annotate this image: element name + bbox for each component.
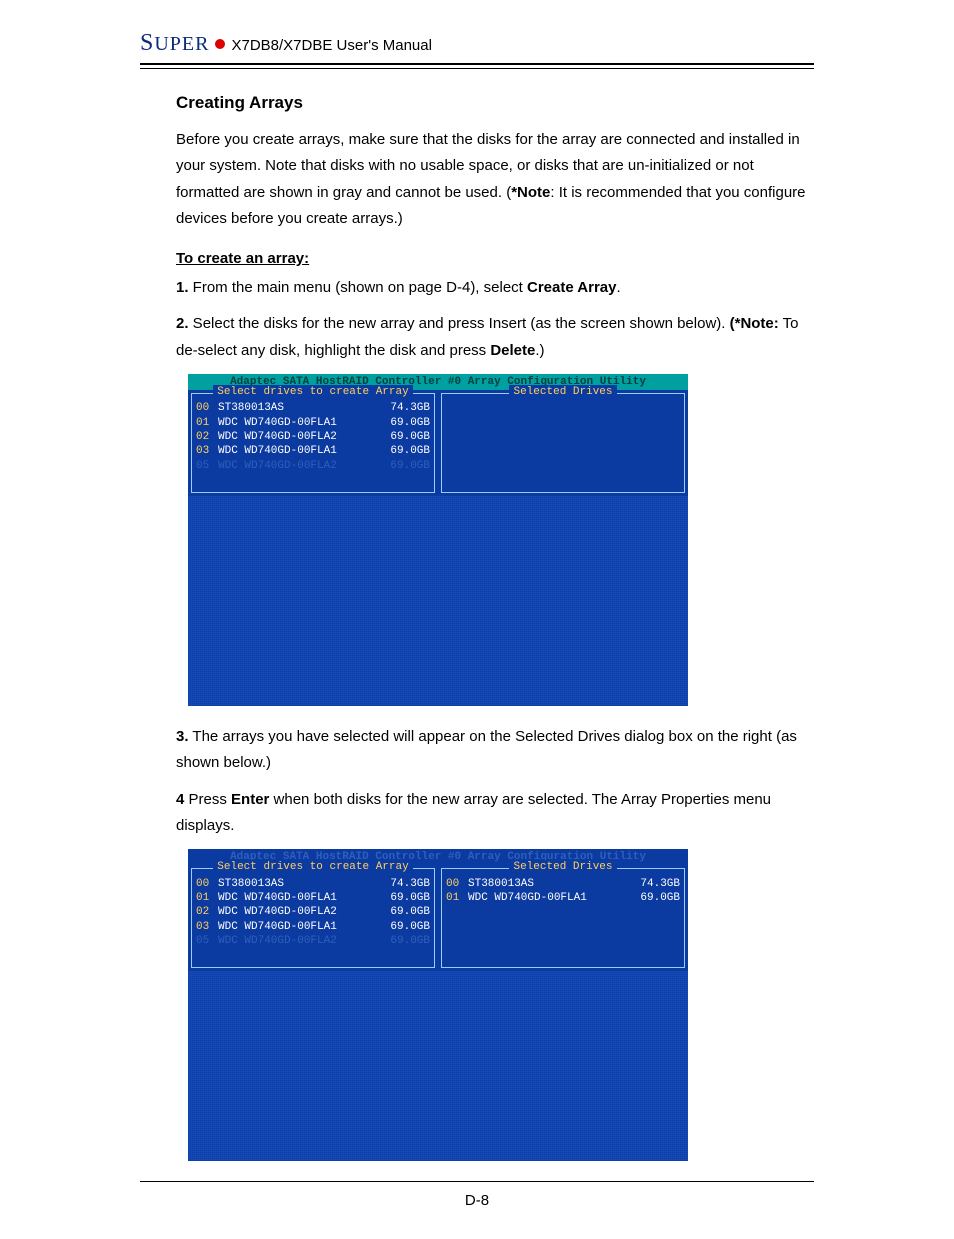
bios1-right-body: [442, 399, 684, 405]
bios1-right-title: Selected Drives: [509, 385, 616, 399]
step-4-text: Press: [184, 791, 231, 808]
drive-name: WDC WD740GD-00FLA1: [218, 416, 376, 430]
bios2-left-title: Select drives to create Array: [213, 860, 412, 874]
brand-logo: SUPER: [140, 30, 225, 57]
drive-id: 03: [196, 920, 218, 934]
step-4-enter: Enter: [231, 791, 269, 808]
drive-size: 74.3GB: [376, 401, 430, 415]
brand-rest: UPER: [154, 33, 209, 55]
bios1-left-pane: Select drives to create Array 00ST380013…: [191, 393, 435, 493]
drive-name: WDC WD740GD-00FLA1: [218, 444, 376, 458]
bios-screenshot-1: Adaptec SATA HostRAID Controller #0 Arra…: [188, 374, 688, 706]
section-heading: Creating Arrays: [176, 93, 814, 113]
header-rule: [140, 63, 814, 69]
drive-name: WDC WD740GD-00FLA2: [218, 905, 376, 919]
drive-row: 03WDC WD740GD-00FLA169.0GB: [196, 444, 430, 458]
drive-name: ST380013AS: [218, 401, 376, 415]
bios2-left-pane: Select drives to create Array 00ST380013…: [191, 868, 435, 968]
step-1: 1. From the main menu (shown on page D-4…: [176, 275, 814, 301]
step-2: 2. Select the disks for the new array an…: [176, 311, 814, 364]
bios2-right-body: 00ST380013AS74.3GB01WDC WD740GD-00FLA169…: [442, 875, 684, 910]
step-2-delete: Delete: [490, 342, 535, 359]
steps-title: To create an array:: [176, 250, 814, 267]
drive-size: 69.0GB: [376, 891, 430, 905]
page-number: D-8: [140, 1192, 814, 1209]
page-header: SUPER X7DB8/X7DBE User's Manual: [140, 30, 814, 57]
drive-size: 74.3GB: [376, 877, 430, 891]
drive-row: 05WDC WD740GD-00FLA269.0GB: [196, 459, 430, 473]
intro-note-bold: *Note: [511, 184, 550, 201]
drive-id: 02: [196, 905, 218, 919]
drive-size: 74.3GB: [626, 877, 680, 891]
bios1-left-body: 00ST380013AS74.3GB01WDC WD740GD-00FLA169…: [192, 399, 434, 476]
drive-size: 69.0GB: [376, 430, 430, 444]
drive-id: 00: [196, 877, 218, 891]
drive-name: WDC WD740GD-00FLA2: [218, 934, 376, 948]
drive-row: 01WDC WD740GD-00FLA169.0GB: [196, 416, 430, 430]
drive-id: 01: [446, 891, 468, 905]
drive-id: 03: [196, 444, 218, 458]
drive-name: WDC WD740GD-00FLA1: [218, 891, 376, 905]
drive-size: 69.0GB: [376, 905, 430, 919]
drive-size: 69.0GB: [376, 920, 430, 934]
drive-id: 02: [196, 430, 218, 444]
step-2-text: Select the disks for the new array and p…: [189, 315, 730, 332]
drive-row: 02WDC WD740GD-00FLA269.0GB: [196, 905, 430, 919]
drive-row: 03WDC WD740GD-00FLA169.0GB: [196, 920, 430, 934]
step-3-num: 3.: [176, 728, 189, 745]
intro-paragraph: Before you create arrays, make sure that…: [176, 127, 814, 232]
bios1-bottom-area: [188, 496, 688, 706]
bios1-right-pane: Selected Drives: [441, 393, 685, 493]
step-1-tail: .: [617, 279, 621, 296]
drive-id: 00: [196, 401, 218, 415]
step-3-text: The arrays you have selected will appear…: [176, 728, 797, 771]
bios2-bottom-area: [188, 971, 688, 1161]
drive-size: 69.0GB: [376, 416, 430, 430]
drive-row: 00ST380013AS74.3GB: [446, 877, 680, 891]
step-4: 4 Press Enter when both disks for the ne…: [176, 787, 814, 840]
bios2-left-body: 00ST380013AS74.3GB01WDC WD740GD-00FLA169…: [192, 875, 434, 952]
drive-name: ST380013AS: [468, 877, 626, 891]
bios2-right-pane: Selected Drives 00ST380013AS74.3GB01WDC …: [441, 868, 685, 968]
drive-name: WDC WD740GD-00FLA2: [218, 459, 376, 473]
drive-id: 01: [196, 891, 218, 905]
drive-id: 00: [446, 877, 468, 891]
drive-row: 01WDC WD740GD-00FLA169.0GB: [446, 891, 680, 905]
drive-row: 01WDC WD740GD-00FLA169.0GB: [196, 891, 430, 905]
step-1-action: Create Array: [527, 279, 617, 296]
drive-name: WDC WD740GD-00FLA1: [218, 920, 376, 934]
drive-size: 69.0GB: [626, 891, 680, 905]
drive-size: 69.0GB: [376, 444, 430, 458]
drive-row: 02WDC WD740GD-00FLA269.0GB: [196, 430, 430, 444]
drive-row: 05WDC WD740GD-00FLA269.0GB: [196, 934, 430, 948]
step-1-num: 1.: [176, 279, 189, 296]
footer-rule: [140, 1181, 814, 1182]
drive-id: 05: [196, 934, 218, 948]
step-3: 3. The arrays you have selected will app…: [176, 724, 814, 777]
drive-row: 00ST380013AS74.3GB: [196, 401, 430, 415]
bios2-right-title: Selected Drives: [509, 860, 616, 874]
drive-id: 01: [196, 416, 218, 430]
step-2-num: 2.: [176, 315, 189, 332]
drive-name: WDC WD740GD-00FLA2: [218, 430, 376, 444]
step-2-note: (*Note:: [730, 315, 779, 332]
step-2-tail: .): [535, 342, 544, 359]
manual-title: X7DB8/X7DBE User's Manual: [231, 37, 431, 54]
drive-size: 69.0GB: [376, 459, 430, 473]
brand-dot-icon: [215, 39, 225, 49]
drive-name: ST380013AS: [218, 877, 376, 891]
drive-id: 05: [196, 459, 218, 473]
step-1-text: From the main menu (shown on page D-4), …: [189, 279, 527, 296]
drive-name: WDC WD740GD-00FLA1: [468, 891, 626, 905]
drive-size: 69.0GB: [376, 934, 430, 948]
drive-row: 00ST380013AS74.3GB: [196, 877, 430, 891]
bios1-left-title: Select drives to create Array: [213, 385, 412, 399]
bios-screenshot-2: Adaptec SATA HostRAID Controller #0 Arra…: [188, 849, 688, 1161]
brand-first-letter: S: [140, 30, 154, 56]
